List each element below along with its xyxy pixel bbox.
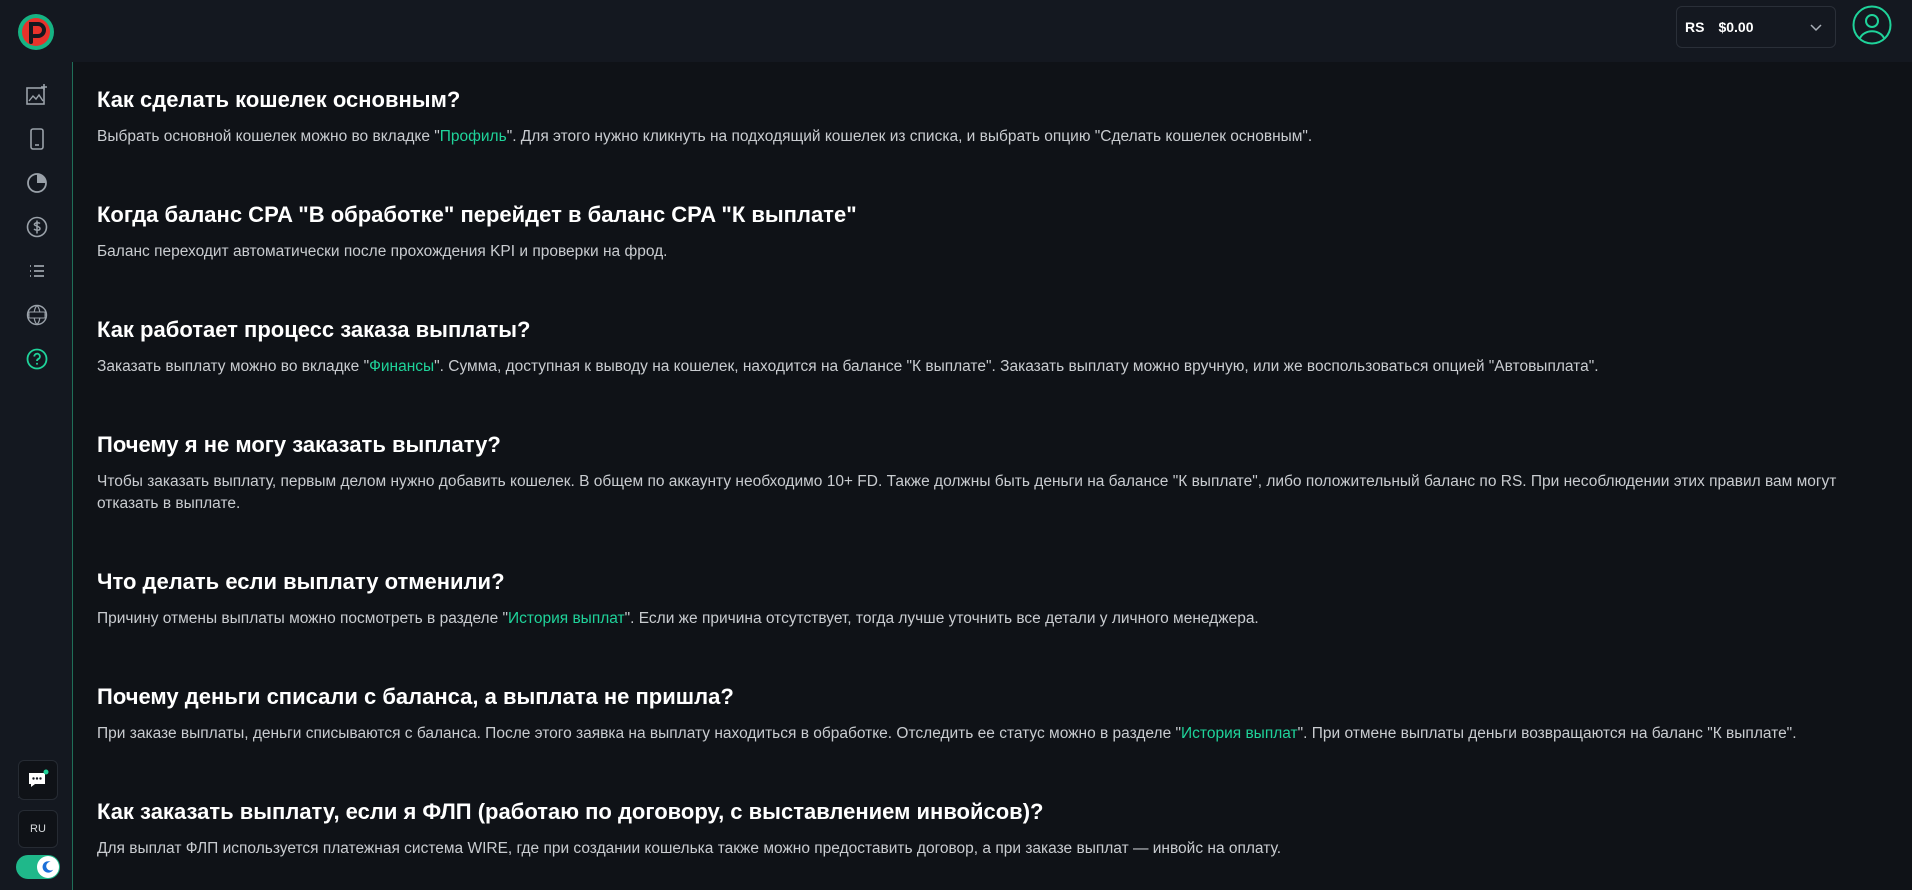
faq-item: Как работает процесс заказа выплаты? Зак… bbox=[97, 316, 1897, 378]
faq-answer-text: Баланс переходит автоматически после про… bbox=[97, 243, 668, 260]
profile-avatar[interactable] bbox=[1852, 5, 1892, 45]
faq-item: Как заказать выплату, если я ФЛП (работа… bbox=[97, 798, 1897, 860]
faq-answer: Выбрать основной кошелек можно во вкладк… bbox=[97, 126, 1897, 148]
faq-answer-text: При заказе выплаты, деньги списываются с… bbox=[97, 725, 1182, 742]
faq-question: Как сделать кошелек основным? bbox=[97, 87, 461, 112]
balance-amount: $0.00 bbox=[1718, 19, 1754, 35]
dollar-icon bbox=[26, 216, 48, 238]
help-icon bbox=[26, 348, 48, 370]
nav-add-image[interactable] bbox=[24, 82, 50, 108]
nav-list[interactable] bbox=[24, 258, 50, 284]
moon-icon bbox=[42, 861, 54, 873]
theme-knob bbox=[37, 856, 59, 878]
faq-answer-text: ". Сумма, доступная к выводу на кошелек,… bbox=[434, 358, 1599, 375]
nav-statistics[interactable] bbox=[24, 170, 50, 196]
chevron-down-icon bbox=[1810, 24, 1822, 32]
faq-item: Что делать если выплату отменили? Причин… bbox=[97, 568, 1897, 630]
balance-currency: RS bbox=[1685, 19, 1705, 35]
faq-answer-text: ". Для этого нужно кликнуть на подходящи… bbox=[506, 128, 1313, 145]
faq-answer-text: Для выплат ФЛП используется платежная си… bbox=[97, 840, 1281, 857]
faq-item: Когда баланс CPA "В обработке" перейдет … bbox=[97, 201, 1897, 263]
faq-answer-text: Причину отмены выплаты можно посмотреть … bbox=[97, 610, 509, 627]
chat-icon bbox=[29, 769, 49, 787]
nav-finance[interactable] bbox=[24, 214, 50, 240]
profile-link[interactable]: Профиль bbox=[440, 128, 507, 145]
faq-item: Как сделать кошелек основным? Выбрать ос… bbox=[97, 86, 1897, 148]
faq-answer-text: ". Если же причина отсутствует, тогда лу… bbox=[624, 610, 1259, 627]
theme-toggle[interactable] bbox=[16, 855, 60, 879]
faq-answer: Баланс переходит автоматически после про… bbox=[97, 241, 1897, 263]
list-icon bbox=[30, 265, 44, 277]
top-bar: RS $0.00 bbox=[0, 0, 1912, 62]
faq-answer-text: ". При отмене выплаты деньги возвращаютс… bbox=[1297, 725, 1797, 742]
add-image-icon bbox=[26, 84, 47, 105]
phone-icon bbox=[30, 128, 44, 150]
chat-button[interactable] bbox=[18, 760, 58, 800]
faq-question: Почему деньги списали с баланса, а выпла… bbox=[97, 684, 734, 709]
pie-chart-icon bbox=[27, 173, 47, 193]
balance-selector[interactable]: RS $0.00 bbox=[1676, 6, 1836, 48]
faq-question: Как работает процесс заказа выплаты? bbox=[97, 317, 531, 342]
faq-answer: При заказе выплаты, деньги списываются с… bbox=[97, 723, 1897, 745]
language-selector[interactable]: RU bbox=[18, 810, 58, 848]
faq-answer-text: Чтобы заказать выплату, первым делом нуж… bbox=[97, 473, 1837, 512]
faq-answer: Заказать выплату можно во вкладке "Финан… bbox=[97, 356, 1897, 378]
news-icon bbox=[26, 304, 48, 326]
payout-history-link[interactable]: История выплат bbox=[1181, 725, 1298, 742]
payout-history-link[interactable]: История выплат bbox=[508, 610, 625, 627]
finance-link[interactable]: Финансы bbox=[369, 358, 434, 375]
faq-question: Что делать если выплату отменили? bbox=[97, 569, 505, 594]
faq-question: Почему я не могу заказать выплату? bbox=[97, 432, 501, 457]
faq-answer-text: Заказать выплату можно во вкладке " bbox=[97, 358, 370, 375]
nav-help[interactable] bbox=[24, 346, 50, 372]
faq-answer-text: Выбрать основной кошелек можно во вкладк… bbox=[97, 128, 440, 145]
nav-news[interactable] bbox=[24, 302, 50, 328]
language-label: RU bbox=[30, 823, 46, 835]
faq-answer: Причину отмены выплаты можно посмотреть … bbox=[97, 608, 1897, 630]
logo-icon bbox=[18, 14, 54, 50]
nav-phone[interactable] bbox=[24, 126, 50, 152]
faq-question: Как заказать выплату, если я ФЛП (работа… bbox=[97, 799, 1044, 824]
faq-answer: Для выплат ФЛП используется платежная си… bbox=[97, 838, 1897, 860]
faq-question: Когда баланс CPA "В обработке" перейдет … bbox=[97, 202, 857, 227]
faq-item: Почему деньги списали с баланса, а выпла… bbox=[97, 683, 1897, 745]
logo[interactable] bbox=[16, 12, 56, 52]
faq-item: Почему я не могу заказать выплату? Чтобы… bbox=[97, 431, 1897, 515]
user-icon bbox=[1852, 5, 1892, 45]
faq-answer: Чтобы заказать выплату, первым делом нуж… bbox=[97, 471, 1897, 515]
